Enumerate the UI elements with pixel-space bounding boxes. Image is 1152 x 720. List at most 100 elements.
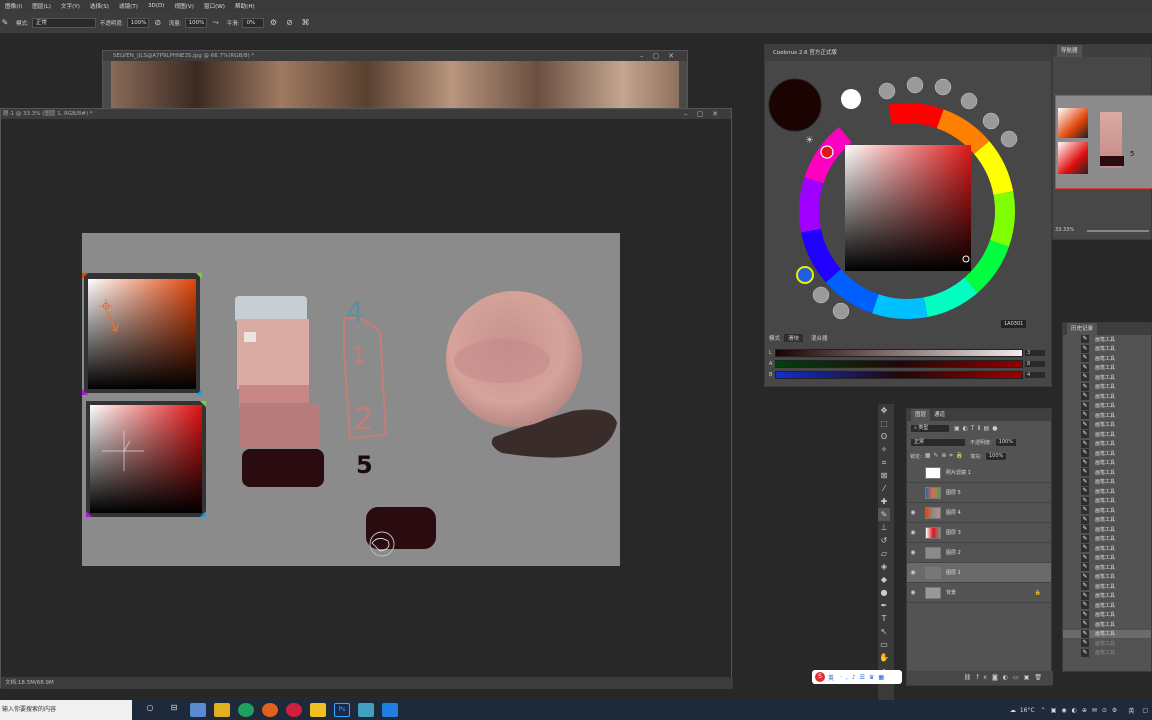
tab-history[interactable]: 历史记录: [1067, 323, 1098, 335]
history-item[interactable]: ✎ 画笔工具: [1063, 496, 1151, 506]
tray-ime[interactable]: 英: [1128, 706, 1134, 715]
move-tool-icon[interactable]: ✥: [878, 404, 890, 417]
type-tool-icon[interactable]: T: [878, 612, 890, 625]
tab-navigator[interactable]: 导航器: [1057, 45, 1082, 57]
eye-icon[interactable]: ◉: [907, 509, 919, 516]
history-item[interactable]: ✎ 画笔工具: [1063, 487, 1151, 497]
layer-row[interactable]: ◉ 图层 1: [907, 563, 1051, 583]
canvas[interactable]: 4 1 2 5: [82, 233, 620, 566]
history-item[interactable]: ✎ 画笔工具: [1063, 629, 1151, 639]
notification-icon[interactable]: ▢: [1142, 707, 1148, 714]
menu-3d[interactable]: 3D(D): [143, 3, 170, 9]
history-item[interactable]: ✎ 画笔工具: [1063, 401, 1151, 411]
ime-toolbar[interactable]: S 英 ·,♪☰♛▦: [812, 670, 902, 684]
layer-row[interactable]: 照片滤镜 1: [907, 463, 1051, 483]
history-item[interactable]: ✎ 画笔工具: [1063, 468, 1151, 478]
layer-filter-select[interactable]: ⌕ 类型: [910, 423, 950, 433]
coolorus-tab[interactable]: Coolorus 2.6 官方正式版: [765, 45, 1051, 61]
history-item[interactable]: ✎ 画笔工具: [1063, 553, 1151, 563]
window-controls[interactable]: –▢✕: [640, 51, 683, 61]
ime-tools-icons[interactable]: ·,♪☰♛▦: [840, 674, 888, 681]
app-icon[interactable]: [190, 703, 206, 717]
tray-icons[interactable]: ⌃▣◉◐⊕✉⊙⚙: [1041, 707, 1123, 714]
screen-record-icon[interactable]: [382, 703, 398, 717]
hex-value[interactable]: 1A0301: [1001, 320, 1027, 328]
opacity-field[interactable]: 100%: [126, 17, 149, 28]
airbrush-icon[interactable]: ⤳: [211, 18, 221, 28]
weather-icon[interactable]: ☁: [1010, 707, 1016, 714]
tab-channels[interactable]: 通道: [930, 409, 949, 421]
filter-icons[interactable]: ▣◐TⅡ▤●: [954, 425, 1000, 432]
b-slider[interactable]: [775, 370, 1023, 379]
history-item[interactable]: ✎ 画笔工具: [1063, 515, 1151, 525]
history-item[interactable]: ✎ 画笔工具: [1063, 344, 1151, 354]
a-slider[interactable]: [775, 359, 1023, 368]
navigator-preview[interactable]: 5: [1055, 95, 1152, 189]
menu-help[interactable]: 帮助(H): [230, 2, 260, 10]
history-item[interactable]: ✎ 画笔工具: [1063, 458, 1151, 468]
brush-preset-icon[interactable]: ✎: [0, 18, 10, 28]
history-item[interactable]: ✎ 画笔工具: [1063, 563, 1151, 573]
color-wheel[interactable]: ☀: [765, 61, 1053, 361]
eyedropper-icon[interactable]: ⁄: [878, 482, 890, 495]
history-item[interactable]: ✎ 画笔工具: [1063, 411, 1151, 421]
layer-actions-bar[interactable]: ⛓fx◙◐▭▣🗑: [907, 671, 1053, 685]
history-item[interactable]: ✎ 画笔工具: [1063, 335, 1151, 345]
temperature[interactable]: 16°C: [1020, 707, 1035, 714]
history-brush-icon[interactable]: ↺: [878, 534, 890, 547]
history-item[interactable]: ✎ 画笔工具: [1063, 392, 1151, 402]
photoshop-icon[interactable]: Ps: [334, 703, 350, 717]
document-window-front[interactable]: 题-1 @ 33.3% (图层 1, RGB/8#) * –▢✕ 4 1 2 5…: [0, 108, 733, 689]
notes-icon[interactable]: [310, 703, 326, 717]
stamp-tool-icon[interactable]: ⊥: [878, 521, 890, 534]
pressure-opacity-icon[interactable]: ⊘: [153, 18, 163, 28]
tab-sliders[interactable]: 滑块: [784, 334, 804, 342]
eye-icon[interactable]: ◉: [907, 529, 919, 536]
brush-tool-icon[interactable]: ✎: [878, 508, 890, 521]
history-item[interactable]: ✎ 画笔工具: [1063, 373, 1151, 383]
path-select-icon[interactable]: ↖: [878, 625, 890, 638]
mode-select[interactable]: 正常: [31, 17, 96, 28]
menu-image[interactable]: 图像(I): [0, 2, 27, 10]
magic-wand-icon[interactable]: ✧: [878, 443, 890, 456]
menu-view[interactable]: 视图(V): [170, 2, 199, 10]
history-item[interactable]: ✎ 画笔工具: [1063, 582, 1151, 592]
gear-icon[interactable]: ⚙: [268, 18, 278, 28]
eye-icon[interactable]: ◉: [907, 569, 919, 576]
history-item[interactable]: ✎ 画笔工具: [1063, 620, 1151, 630]
ime-lang[interactable]: 英: [828, 673, 834, 682]
history-item[interactable]: ✎ 画笔工具: [1063, 534, 1151, 544]
history-item[interactable]: ✎ 画笔工具: [1063, 506, 1151, 516]
history-item[interactable]: ✎ 画笔工具: [1063, 477, 1151, 487]
hand-tool-icon[interactable]: ✋: [878, 651, 890, 664]
history-item[interactable]: ✎ 画笔工具: [1063, 525, 1151, 535]
layer-opacity-field[interactable]: 100%: [994, 437, 1017, 447]
history-item[interactable]: ✎ 画笔工具: [1063, 601, 1151, 611]
l-value[interactable]: 3: [1025, 349, 1045, 356]
dodge-tool-icon[interactable]: ●: [878, 586, 890, 599]
rectangle-tool-icon[interactable]: ▭: [878, 638, 890, 651]
taskbar-search[interactable]: 输入你要搜索的内容: [0, 700, 132, 720]
chrome-icon[interactable]: [238, 703, 254, 717]
widgets-icon[interactable]: ⊟: [166, 703, 182, 717]
layer-row[interactable]: ◉ 图层 3: [907, 523, 1051, 543]
history-item[interactable]: ✎ 画笔工具: [1063, 420, 1151, 430]
task-view-icon[interactable]: ○: [142, 703, 158, 717]
history-item[interactable]: ✎ 画笔工具: [1063, 639, 1151, 649]
symmetry-icon[interactable]: ⌘: [300, 18, 310, 28]
menu-select[interactable]: 选择(S): [85, 2, 114, 10]
history-item[interactable]: ✎ 画笔工具: [1063, 544, 1151, 554]
tab-layers[interactable]: 图层: [911, 409, 931, 421]
menu-window[interactable]: 窗口(W): [199, 2, 230, 10]
layer-row[interactable]: ◉ 图层 4: [907, 503, 1051, 523]
menu-type[interactable]: 文字(Y): [56, 2, 85, 10]
crop-tool-icon[interactable]: ⌗: [878, 456, 890, 469]
history-item[interactable]: ✎ 画笔工具: [1063, 430, 1151, 440]
document-window-back[interactable]: SELVEN_(JLS@A7P9LPHNE3S.jpg @ 66.7%(RGB/…: [102, 50, 688, 110]
layer-row[interactable]: ◉ 图层 2: [907, 543, 1051, 563]
layer-row[interactable]: ◉ 背景 🔒: [907, 583, 1051, 603]
history-item[interactable]: ✎ 画笔工具: [1063, 439, 1151, 449]
zoom-slider[interactable]: [1087, 230, 1149, 232]
file-explorer-icon[interactable]: [214, 703, 230, 717]
eye-icon[interactable]: ◉: [907, 549, 919, 556]
